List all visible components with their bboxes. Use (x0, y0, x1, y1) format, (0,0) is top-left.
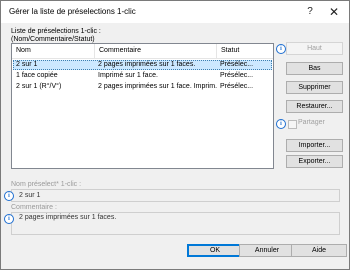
row-name: 1 face copiée (16, 72, 58, 79)
info-icon: i (276, 119, 286, 129)
cancel-button[interactable]: Annuler (239, 244, 295, 257)
preset-list[interactable]: Nom Commentaire Statut 2 sur 1 2 pages i… (11, 43, 274, 169)
comment-label: Commentaire : (11, 204, 57, 211)
comment-value: 2 pages imprimées sur 1 faces. (19, 214, 117, 221)
help-button[interactable]: Aide (291, 244, 347, 257)
row-name: 2 sur 1 (16, 61, 38, 68)
export-button[interactable]: Exporter... (286, 155, 343, 168)
row-status: Présélec... (220, 83, 254, 90)
row-name: 2 sur 1 (R°/V°) (16, 83, 62, 90)
restore-button[interactable]: Restaurer... (286, 100, 343, 113)
manage-presets-dialog: Gérer la liste de préselections 1-clic ?… (0, 0, 350, 270)
window-title: Gérer la liste de préselections 1-clic (9, 7, 136, 16)
delete-button[interactable]: Supprimer (286, 81, 343, 94)
column-header-status[interactable]: Statut (217, 44, 273, 58)
row-status: Présélec... (220, 72, 254, 79)
row-comment: Imprimé sur 1 face. (98, 72, 158, 79)
down-button[interactable]: Bas (286, 62, 343, 75)
title-bar: Gérer la liste de préselections 1-clic ?… (1, 1, 349, 23)
list-row[interactable]: 1 face copiée Imprimé sur 1 face. Présél… (13, 71, 272, 81)
preset-name-label: Nom préselect* 1-clic : (11, 181, 82, 188)
share-checkbox[interactable] (288, 120, 297, 129)
list-caption-line1: Liste de préselections 1-clic : (11, 28, 101, 35)
ok-button[interactable]: OK (187, 244, 243, 257)
close-button[interactable]: ✕ (323, 4, 345, 20)
list-row[interactable]: 2 sur 1 2 pages imprimées sur 1 faces. P… (13, 60, 272, 70)
info-icon: i (4, 191, 14, 201)
preset-name-value: 2 sur 1 (19, 192, 41, 199)
up-button[interactable]: Haut (286, 42, 343, 55)
row-status: Présélec... (220, 61, 254, 68)
list-row[interactable]: 2 sur 1 (R°/V°) 2 pages imprimées sur 1 … (13, 82, 272, 92)
list-caption: Liste de préselections 1-clic : (Nom/Com… (11, 28, 211, 44)
column-header-name[interactable]: Nom (12, 44, 95, 58)
row-comment: 2 pages imprimées sur 1 face. Imprim... (98, 83, 217, 90)
preset-name-field (11, 189, 340, 202)
info-icon: i (4, 214, 14, 224)
column-header-comment[interactable]: Commentaire (95, 44, 217, 58)
list-header: Nom Commentaire Statut (12, 44, 273, 59)
import-button[interactable]: Importer... (286, 139, 343, 152)
row-comment: 2 pages imprimées sur 1 faces. (98, 61, 196, 68)
help-title-button[interactable]: ? (299, 4, 321, 20)
share-label: Partager (298, 119, 325, 126)
info-icon: i (276, 44, 286, 54)
